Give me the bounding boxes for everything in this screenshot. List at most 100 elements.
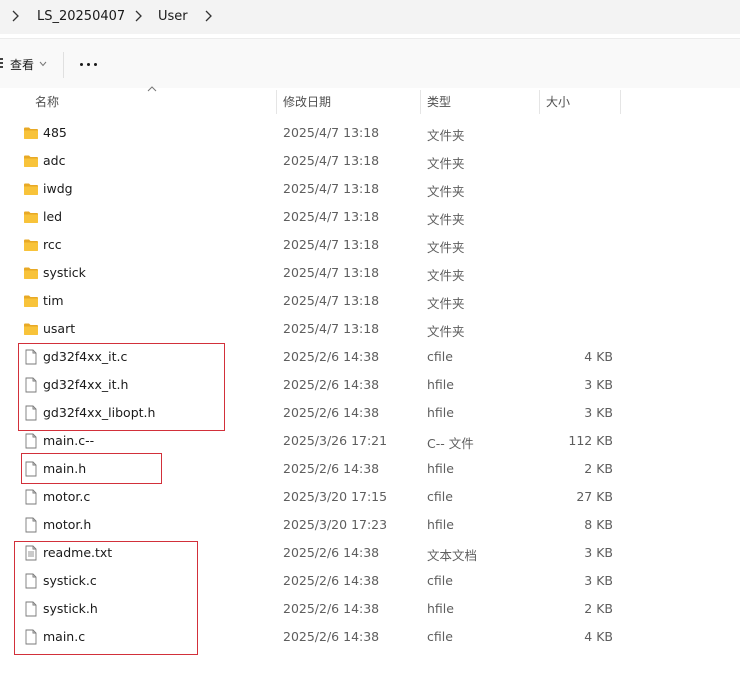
file-size: 3 KB: [584, 573, 613, 588]
file-date: 2025/2/6 14:38: [283, 573, 380, 588]
folder-icon: [23, 321, 39, 337]
file-name: tim: [43, 293, 64, 308]
file-date: 2025/4/7 13:18: [283, 237, 380, 252]
more-options-button[interactable]: [74, 51, 104, 77]
more-icon: [94, 63, 97, 66]
file-type: hfile: [427, 601, 454, 616]
file-icon: [23, 489, 39, 505]
chevron-right-icon[interactable]: [133, 9, 143, 23]
file-date: 2025/3/20 17:23: [283, 517, 388, 532]
file-type: 文本文档: [427, 548, 478, 563]
file-row[interactable]: 485 2025/4/7 13:18 文件夹: [0, 119, 740, 147]
column-divider[interactable]: [420, 90, 421, 114]
column-header-size[interactable]: 大小: [546, 88, 570, 116]
chevron-right-icon[interactable]: [10, 9, 20, 23]
file-date: 2025/4/7 13:18: [283, 265, 380, 280]
file-size: 3 KB: [584, 377, 613, 392]
red-highlight-box: [18, 343, 225, 431]
file-name: main.c--: [43, 433, 95, 448]
file-size: 2 KB: [584, 461, 613, 476]
file-date: 2025/2/6 14:38: [283, 601, 380, 616]
file-row[interactable]: motor.c 2025/3/20 17:15 cfile 27 KB: [0, 483, 740, 511]
breadcrumb: LS_20250407 User: [0, 0, 740, 34]
red-highlight-box: [21, 453, 162, 484]
file-row[interactable]: led 2025/4/7 13:18 文件夹: [0, 203, 740, 231]
file-date: 2025/4/7 13:18: [283, 125, 380, 140]
file-row[interactable]: motor.h 2025/3/20 17:23 hfile 8 KB: [0, 511, 740, 539]
file-date: 2025/2/6 14:38: [283, 629, 380, 644]
file-name: systick: [43, 265, 86, 280]
file-row[interactable]: iwdg 2025/4/7 13:18 文件夹: [0, 175, 740, 203]
file-type: 文件夹: [427, 268, 465, 283]
file-name: 485: [43, 125, 67, 140]
file-row[interactable]: systick 2025/4/7 13:18 文件夹: [0, 259, 740, 287]
file-date: 2025/4/7 13:18: [283, 153, 380, 168]
toolbar-divider: [63, 52, 64, 78]
file-type: hfile: [427, 405, 454, 420]
file-row[interactable]: main.c-- 2025/3/26 17:21 C-- 文件 112 KB: [0, 427, 740, 455]
file-icon: [23, 517, 39, 533]
folder-icon: [23, 125, 39, 141]
toolbar: 查看: [0, 38, 740, 89]
column-header-name[interactable]: 名称: [35, 88, 59, 116]
breadcrumb-item-user[interactable]: User: [158, 9, 188, 24]
more-icon: [87, 63, 90, 66]
file-size: 112 KB: [568, 433, 613, 448]
file-type: hfile: [427, 461, 454, 476]
file-name: iwdg: [43, 181, 73, 196]
column-divider[interactable]: [539, 90, 540, 114]
file-date: 2025/4/7 13:18: [283, 181, 380, 196]
file-name: motor.h: [43, 517, 92, 532]
file-date: 2025/2/6 14:38: [283, 377, 380, 392]
column-divider[interactable]: [276, 90, 277, 114]
file-type: 文件夹: [427, 212, 465, 227]
file-type: 文件夹: [427, 128, 465, 143]
file-type: cfile: [427, 489, 453, 504]
folder-icon: [23, 181, 39, 197]
file-size: 3 KB: [584, 545, 613, 560]
file-row[interactable]: tim 2025/4/7 13:18 文件夹: [0, 287, 740, 315]
file-date: 2025/2/6 14:38: [283, 405, 380, 420]
folder-icon: [23, 237, 39, 253]
file-row[interactable]: usart 2025/4/7 13:18 文件夹: [0, 315, 740, 343]
file-date: 2025/2/6 14:38: [283, 545, 380, 560]
breadcrumb-item-ls-20250407[interactable]: LS_20250407: [37, 9, 125, 24]
file-row[interactable]: adc 2025/4/7 13:18 文件夹: [0, 147, 740, 175]
folder-icon: [23, 293, 39, 309]
file-name: usart: [43, 321, 76, 336]
column-header: 名称 修改日期 类型 大小: [0, 86, 740, 116]
file-name: motor.c: [43, 489, 91, 504]
file-type: cfile: [427, 573, 453, 588]
file-date: 2025/2/6 14:38: [283, 349, 380, 364]
column-divider[interactable]: [620, 90, 621, 114]
file-name: adc: [43, 153, 66, 168]
file-type: cfile: [427, 629, 453, 644]
file-size: 4 KB: [584, 349, 613, 364]
file-size: 4 KB: [584, 629, 613, 644]
chevron-down-icon: [39, 61, 47, 67]
file-type: 文件夹: [427, 184, 465, 199]
file-row[interactable]: rcc 2025/4/7 13:18 文件夹: [0, 231, 740, 259]
chevron-right-icon[interactable]: [203, 9, 213, 23]
file-type: hfile: [427, 377, 454, 392]
file-date: 2025/2/6 14:38: [283, 461, 380, 476]
red-highlight-box: [14, 541, 198, 655]
folder-icon: [23, 209, 39, 225]
file-name: rcc: [43, 237, 62, 252]
file-date: 2025/3/26 17:21: [283, 433, 388, 448]
folder-icon: [23, 153, 39, 169]
view-label: 查看: [10, 58, 35, 72]
more-icon: [80, 63, 83, 66]
file-type: cfile: [427, 349, 453, 364]
file-date: 2025/4/7 13:18: [283, 293, 380, 308]
file-type: 文件夹: [427, 296, 465, 311]
column-header-date[interactable]: 修改日期: [283, 88, 331, 116]
file-type: 文件夹: [427, 240, 465, 255]
column-header-type[interactable]: 类型: [427, 88, 451, 116]
folder-icon: [23, 265, 39, 281]
file-icon: [23, 433, 39, 449]
file-size: 2 KB: [584, 601, 613, 616]
file-type: hfile: [427, 517, 454, 532]
view-button[interactable]: 查看: [0, 49, 56, 79]
file-date: 2025/4/7 13:18: [283, 209, 380, 224]
